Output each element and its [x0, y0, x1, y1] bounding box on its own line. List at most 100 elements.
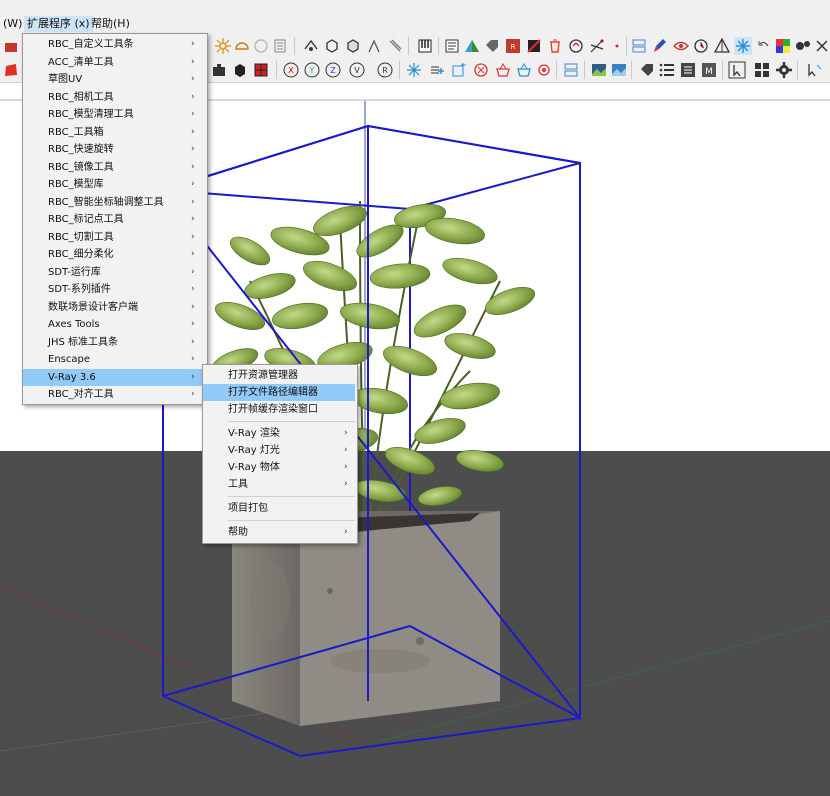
material-icon[interactable]: M [700, 61, 718, 79]
menu-window[interactable]: (W) [0, 16, 25, 32]
settings-icon[interactable] [813, 37, 830, 55]
pushpull-icon[interactable] [2, 37, 20, 55]
arrow-select-icon[interactable] [805, 61, 823, 79]
basket-icon[interactable] [494, 61, 512, 79]
component-icon[interactable] [344, 37, 362, 55]
sphere-icon[interactable] [252, 37, 270, 55]
rotate-v-icon[interactable]: V [348, 61, 366, 79]
red-shape-icon[interactable] [2, 61, 20, 79]
undo-icon[interactable] [755, 37, 773, 55]
extensions-menu-item[interactable]: RBC_模型清理工具 › [23, 106, 205, 123]
extensions-menu-item[interactable]: RBC_切割工具 › [23, 229, 205, 246]
menu-item-label: 草图UV [48, 74, 83, 85]
snowflake-icon[interactable] [734, 37, 752, 55]
tag-alt-icon[interactable] [638, 61, 656, 79]
brush-icon[interactable] [651, 37, 669, 55]
vray-submenu-item[interactable]: 项目打包 [203, 500, 355, 517]
cube-orbit-icon[interactable] [233, 37, 251, 55]
extensions-menu-item[interactable]: RBC_智能坐标轴调整工具 › [23, 194, 205, 211]
rotate-y-axis-icon[interactable]: Y [303, 61, 321, 79]
box-tool-icon[interactable] [302, 37, 320, 55]
paint-tool-icon[interactable] [365, 37, 383, 55]
palette-icon[interactable] [774, 37, 792, 55]
image-alt-icon[interactable] [610, 61, 628, 79]
extensions-menu-item[interactable]: RBC_对齐工具 › [23, 386, 205, 403]
vr-badge-icon[interactable]: R [504, 37, 522, 55]
vray-submenu-item[interactable]: 帮助 › [203, 524, 355, 541]
axis-icon[interactable] [588, 37, 606, 55]
grid-icon[interactable] [753, 61, 771, 79]
dot-icon[interactable] [608, 37, 626, 55]
extensions-menu-item[interactable]: RBC_工具箱 › [23, 124, 205, 141]
gear-icon[interactable] [775, 61, 793, 79]
chevron-right-icon: › [191, 109, 195, 119]
vray-submenu-item[interactable]: 打开帧缓存渲染窗口 [203, 401, 355, 418]
gear-small-icon[interactable] [535, 61, 553, 79]
vray-submenu-item[interactable]: V-Ray 物体 › [203, 459, 355, 476]
chevron-right-icon: › [191, 74, 195, 84]
chevron-right-icon: › [191, 389, 195, 399]
figure-icon[interactable] [630, 37, 648, 55]
film-icon[interactable] [794, 37, 812, 55]
group-icon[interactable] [323, 37, 341, 55]
clock-icon[interactable] [692, 37, 710, 55]
menu-help[interactable]: 帮助(H) [88, 16, 133, 32]
vray-submenu-item[interactable]: 工具 › [203, 476, 355, 493]
menu-extensions[interactable]: 扩展程序 (x) [24, 16, 93, 32]
image-icon[interactable] [590, 61, 608, 79]
pointer-icon[interactable] [728, 61, 746, 79]
list-icon[interactable] [658, 61, 676, 79]
extensions-menu-item[interactable]: RBC_镜像工具 › [23, 159, 205, 176]
extensions-menu-item[interactable]: RBC_标记点工具 › [23, 211, 205, 228]
extensions-menu-item[interactable]: SDT-运行库 › [23, 264, 205, 281]
rotate-x-axis-icon[interactable]: X [282, 61, 300, 79]
rotate-r-icon[interactable]: R [376, 61, 394, 79]
puzzle-icon[interactable] [210, 61, 228, 79]
rotate-x-icon[interactable] [567, 37, 585, 55]
vray-submenu-item[interactable]: 打开文件路径编辑器 [203, 384, 355, 401]
trash-icon[interactable] [546, 37, 564, 55]
new-shape-icon[interactable] [450, 61, 468, 79]
sparkle-icon[interactable] [405, 61, 423, 79]
extensions-menu-item[interactable]: Enscape › [23, 351, 205, 368]
red-cube-icon[interactable] [525, 37, 543, 55]
extensions-menu-item[interactable]: Axes Tools › [23, 316, 205, 333]
extensions-menu-item[interactable]: RBC_快速旋转 › [23, 141, 205, 158]
extensions-menu-item[interactable]: SDT-系列插件 › [23, 281, 205, 298]
sun-icon[interactable] [214, 37, 232, 55]
close-circle-icon[interactable] [472, 61, 490, 79]
extensions-menu-item[interactable]: V-Ray 3.6 › [23, 368, 205, 386]
list-add-icon[interactable] [428, 61, 446, 79]
shield-icon[interactable] [271, 37, 289, 55]
extensions-menu-item[interactable]: RBC_模型库 › [23, 176, 205, 193]
vray-submenu-item[interactable]: 打开资源管理器 [203, 367, 355, 384]
chevron-right-icon: › [191, 249, 195, 259]
menu-separator [228, 421, 355, 422]
vray-submenu-item[interactable]: V-Ray 渲染 › [203, 425, 355, 442]
extensions-menu-item[interactable]: RBC_细分柔化 › [23, 246, 205, 263]
tag-icon[interactable] [483, 37, 501, 55]
black-cube-icon[interactable] [231, 61, 249, 79]
rotate-z-axis-icon[interactable]: Z [324, 61, 342, 79]
extensions-menu-item[interactable]: RBC_自定义工具条 › [23, 36, 205, 53]
list-alt-icon[interactable] [679, 61, 697, 79]
vray-submenu: 打开资源管理器 打开文件路径编辑器 打开帧缓存渲染窗口 V-Ray 渲染 › V-Ray … [202, 364, 358, 544]
extensions-menu-item[interactable]: 数联场景设计客户端 › [23, 299, 205, 316]
extensions-menu-item[interactable]: RBC_相机工具 › [23, 89, 205, 106]
scene-icon[interactable] [562, 61, 580, 79]
menu-item-label: V-Ray 渲染 [228, 428, 280, 439]
report-icon[interactable] [386, 37, 404, 55]
eye-icon[interactable] [672, 37, 690, 55]
extensions-menu-item[interactable]: 草图UV › [23, 71, 205, 88]
layers-icon[interactable] [443, 37, 461, 55]
menu-item-label: 数联场景设计客户端 [48, 301, 138, 313]
piano-icon[interactable] [416, 37, 434, 55]
extensions-menu-item[interactable]: ACC_清单工具 › [23, 54, 205, 71]
vray-submenu-item[interactable]: V-Ray 灯光 › [203, 442, 355, 459]
basket-alt-icon[interactable] [515, 61, 533, 79]
triangle-outline-icon[interactable] [713, 37, 731, 55]
chevron-right-icon: › [344, 479, 348, 489]
red-box-icon[interactable] [252, 61, 270, 79]
extensions-menu-item[interactable]: JHS 标准工具条 › [23, 334, 205, 351]
triangle-icon[interactable] [463, 37, 481, 55]
